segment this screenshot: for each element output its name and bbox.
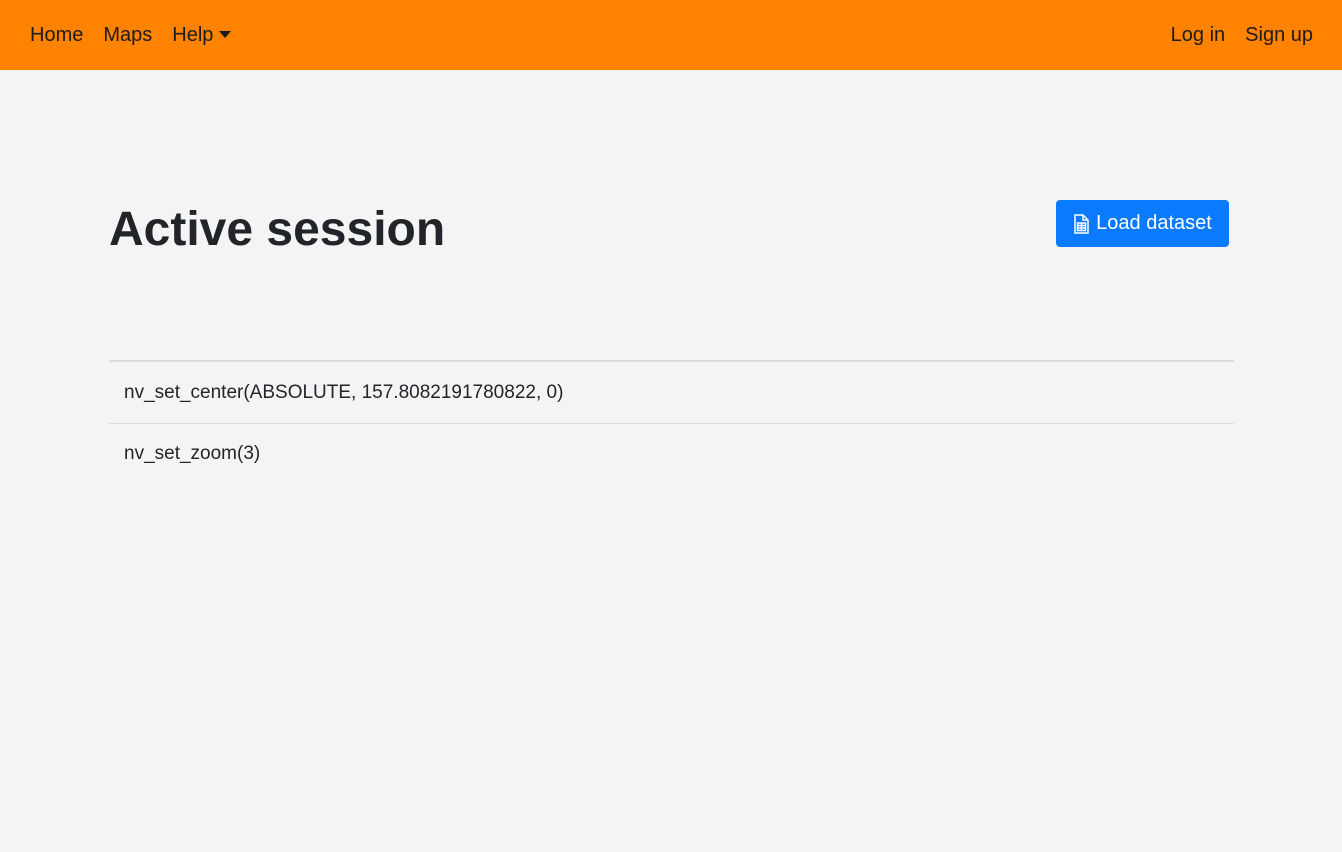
page-title: Active session: [109, 203, 446, 256]
command-text: nv_set_zoom(3): [124, 443, 261, 464]
load-dataset-button[interactable]: Load dataset: [1056, 200, 1229, 247]
signup-label: Sign up: [1245, 23, 1313, 46]
nav-maps-link[interactable]: Maps: [93, 24, 162, 47]
nav-help-label: Help: [172, 23, 214, 46]
top-navbar: Home Maps Help Log in Sign up: [0, 0, 1342, 70]
nav-right-group: Log in Sign up: [1161, 0, 1323, 70]
caret-down-icon: [219, 30, 232, 38]
list-item[interactable]: nv_set_center(ABSOLUTE, 157.808219178082…: [109, 362, 1234, 423]
file-spreadsheet-icon: [1073, 213, 1089, 234]
command-list: nv_set_center(ABSOLUTE, 157.808219178082…: [109, 360, 1234, 484]
login-link[interactable]: Log in: [1161, 24, 1236, 47]
load-dataset-label: Load dataset: [1096, 212, 1212, 234]
nav-left-group: Home Maps Help: [20, 0, 241, 70]
nav-maps-label: Maps: [103, 23, 153, 46]
nav-home-link[interactable]: Home: [20, 24, 93, 47]
nav-home-label: Home: [30, 23, 84, 46]
signup-link[interactable]: Sign up: [1235, 24, 1323, 47]
list-item[interactable]: nv_set_zoom(3): [109, 423, 1234, 484]
nav-help-dropdown[interactable]: Help: [162, 24, 241, 47]
command-text: nv_set_center(ABSOLUTE, 157.808219178082…: [124, 381, 564, 403]
login-label: Log in: [1170, 23, 1226, 46]
